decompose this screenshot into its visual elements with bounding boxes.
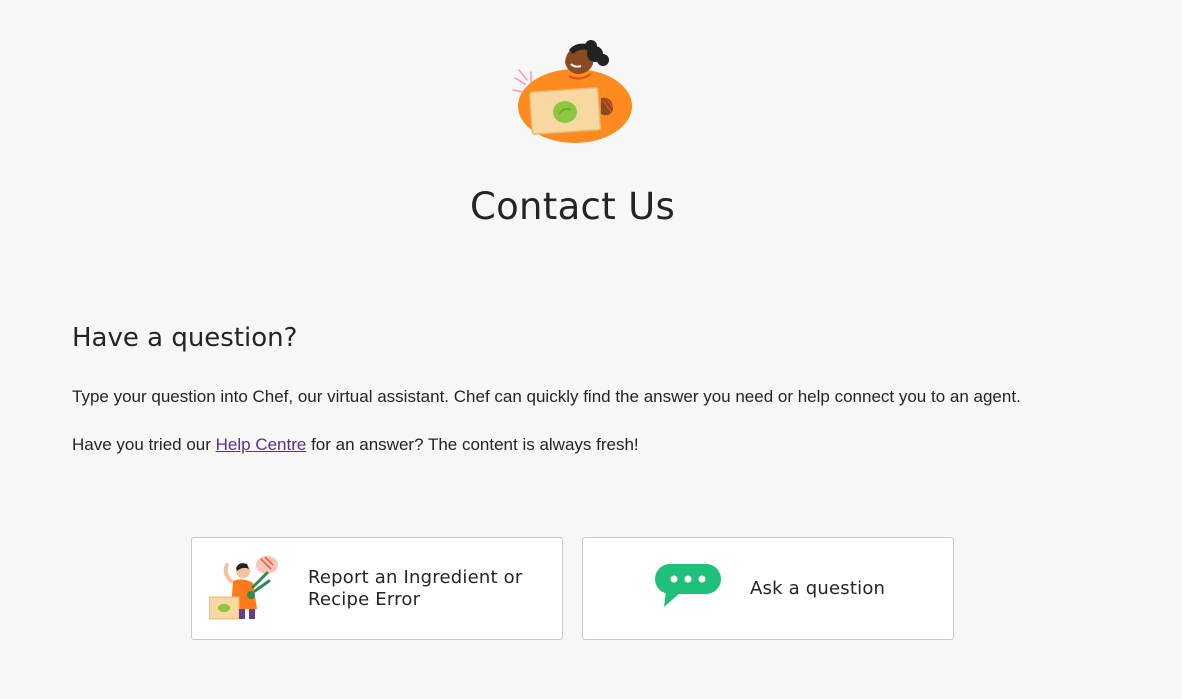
report-label-line2: Recipe Error xyxy=(308,589,421,610)
report-error-button[interactable]: Report an Ingredient or Recipe Error xyxy=(191,537,563,640)
ask-question-label: Ask a question xyxy=(750,578,886,599)
person-holding-box-icon xyxy=(512,40,632,143)
chef-with-box-icon xyxy=(209,556,278,620)
chat-bubble-icon xyxy=(655,564,721,607)
help-paragraph-prefix: Have you tried our xyxy=(72,435,216,454)
intro-paragraph: Type your question into Chef, our virtua… xyxy=(72,387,1021,406)
report-error-label: Report an Ingredient or Recipe Error xyxy=(308,567,553,611)
ask-question-button[interactable]: Ask a question xyxy=(582,537,954,640)
help-centre-link[interactable]: Help Centre xyxy=(216,435,307,454)
contact-page: Contact Us Have a question? Type your qu… xyxy=(0,0,1182,699)
page-title: Contact Us xyxy=(469,185,676,228)
help-centre-paragraph: Have you tried our Help Centre for an an… xyxy=(72,435,639,455)
report-label-line1: Report an Ingredient or xyxy=(308,567,523,588)
help-paragraph-suffix: for an answer? The content is always fre… xyxy=(306,435,639,454)
section-heading: Have a question? xyxy=(72,323,298,353)
